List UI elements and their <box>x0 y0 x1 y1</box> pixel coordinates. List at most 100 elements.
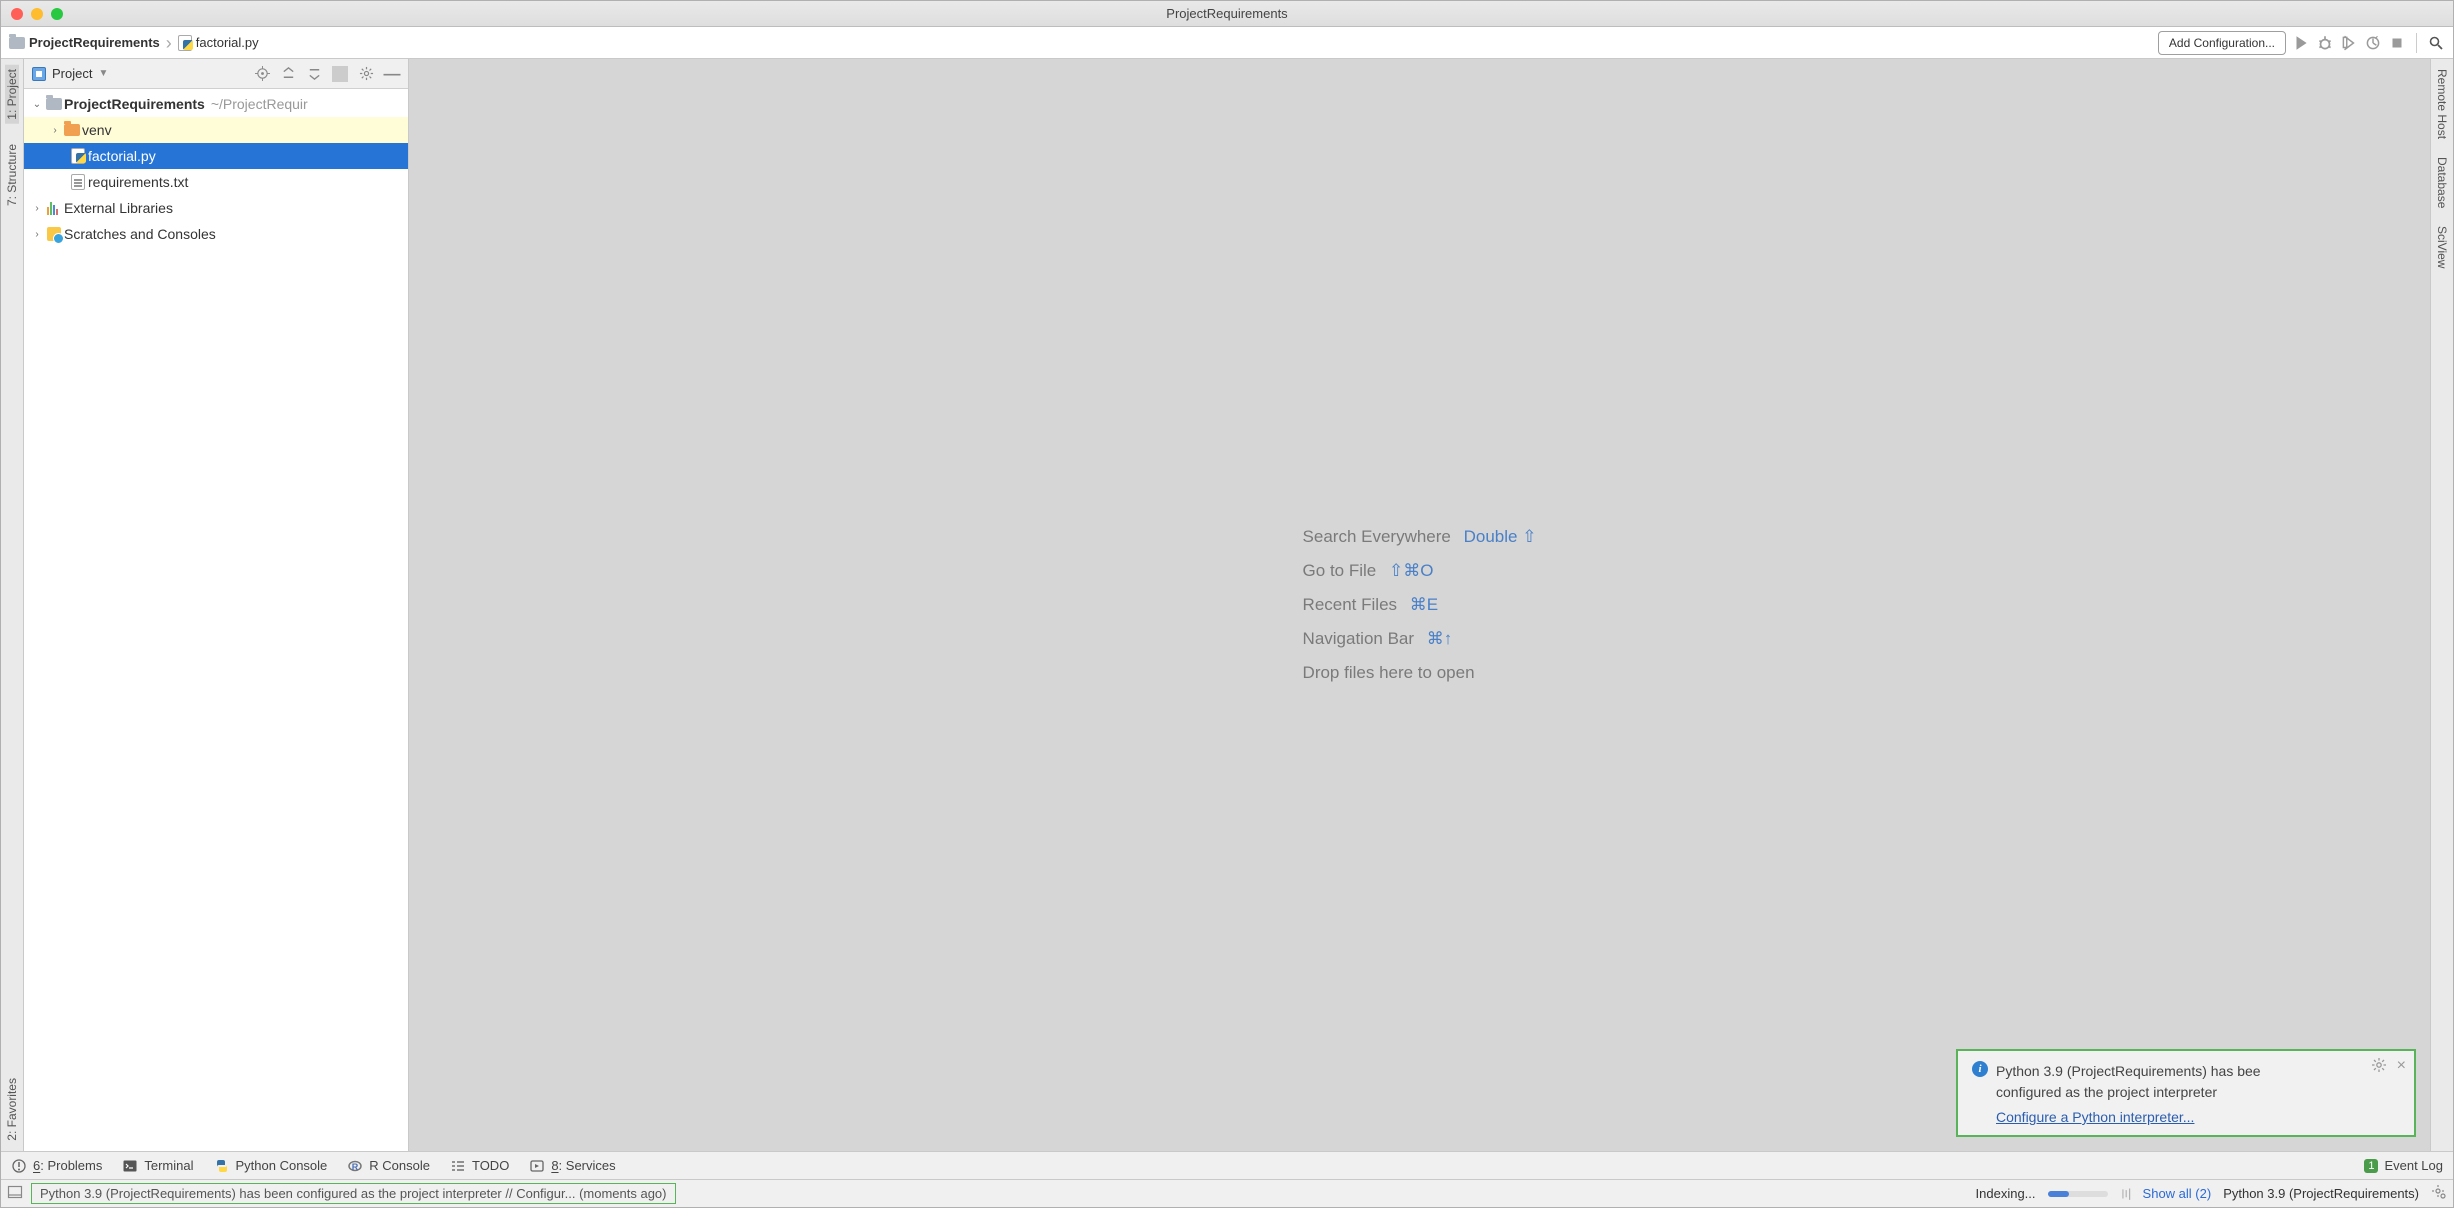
text-file-icon <box>71 174 85 190</box>
background-task-label[interactable]: Indexing... <box>1976 1186 2036 1201</box>
close-window-button[interactable] <box>11 8 23 20</box>
terminal-icon <box>122 1158 138 1174</box>
r-icon: R <box>347 1158 363 1174</box>
tool-window-event-log[interactable]: Event Log <box>2384 1158 2443 1173</box>
window-title: ProjectRequirements <box>1166 6 1287 21</box>
profile-button[interactable] <box>2364 34 2382 52</box>
editor-hints: Search Everywhere Double ⇧ Go to File ⇧⌘… <box>1303 513 1537 697</box>
libraries-icon <box>47 201 62 215</box>
interpreter-status[interactable]: Python 3.9 (ProjectRequirements) <box>2223 1186 2419 1201</box>
tool-window-remote-host[interactable]: Remote Host <box>2435 65 2449 143</box>
status-bar: Python 3.9 (ProjectRequirements) has bee… <box>1 1179 2453 1207</box>
keyboard-shortcut: ⌘E <box>1410 595 1438 614</box>
stop-button[interactable] <box>2388 34 2406 52</box>
hide-button[interactable]: — <box>384 66 400 82</box>
services-icon <box>529 1158 545 1174</box>
todo-icon <box>450 1158 466 1174</box>
gear-icon[interactable] <box>2371 1057 2387 1076</box>
tool-window-services[interactable]: 8: Services <box>529 1158 615 1174</box>
right-tool-stripe: Remote Host Database SciView <box>2430 59 2453 1151</box>
show-all-tasks-link[interactable]: Show all (2) <box>2143 1186 2212 1201</box>
tree-node-file[interactable]: requirements.txt <box>24 169 408 195</box>
pause-icon[interactable]: 〣 <box>2120 1184 2131 1203</box>
expand-toggle[interactable]: › <box>30 229 44 240</box>
tool-window-favorites[interactable]: 2: Favorites <box>5 1074 19 1145</box>
folder-icon <box>9 37 25 49</box>
info-icon: i <box>1972 1061 1988 1077</box>
tool-window-r-console[interactable]: R R Console <box>347 1158 430 1174</box>
hint-row: Recent Files ⌘E <box>1303 595 1537 615</box>
ide-settings-icon[interactable] <box>2431 1184 2447 1203</box>
expand-toggle[interactable]: ⌄ <box>30 99 44 110</box>
left-tool-stripe: 1: Project 7: Structure 2: Favorites <box>1 59 24 1151</box>
project-tool-window: Project ▼ — ⌄ ProjectRequirements <box>24 59 409 1151</box>
tool-window-problems[interactable]: 6: Problems <box>11 1158 102 1174</box>
tree-node-file[interactable]: factorial.py <box>24 143 408 169</box>
titlebar: ProjectRequirements <box>1 1 2453 27</box>
gear-icon[interactable] <box>358 66 374 82</box>
breadcrumb-root[interactable]: ProjectRequirements <box>9 35 160 50</box>
zoom-window-button[interactable] <box>51 8 63 20</box>
svg-text:R: R <box>352 1162 359 1172</box>
breadcrumb-label: factorial.py <box>196 35 259 50</box>
tool-window-sciview[interactable]: SciView <box>2435 222 2449 272</box>
search-everywhere-button[interactable] <box>2427 34 2445 52</box>
editor-empty-state[interactable]: Search Everywhere Double ⇧ Go to File ⇧⌘… <box>409 59 2430 1151</box>
project-module-icon <box>32 67 46 81</box>
breadcrumb: ProjectRequirements › factorial.py <box>9 34 2158 52</box>
status-message[interactable]: Python 3.9 (ProjectRequirements) has bee… <box>31 1183 676 1204</box>
tool-window-python-console[interactable]: Python Console <box>214 1158 328 1174</box>
expand-toggle[interactable]: › <box>48 125 62 136</box>
tool-window-view-dropdown[interactable]: Project ▼ <box>32 66 108 81</box>
notification-text-line2: configured as the project interpreter <box>1996 1084 2217 1100</box>
collapse-all-icon[interactable] <box>306 66 322 82</box>
tree-node-project-root[interactable]: ⌄ ProjectRequirements ~/ProjectRequir <box>24 91 408 117</box>
keyboard-shortcut: ⌘↑ <box>1427 629 1453 648</box>
chevron-right-icon: › <box>166 34 172 52</box>
python-icon <box>214 1158 230 1174</box>
tool-window-project[interactable]: 1: Project <box>5 65 19 124</box>
separator <box>2416 33 2417 53</box>
tool-window-todo[interactable]: TODO <box>450 1158 509 1174</box>
warning-icon <box>11 1158 27 1174</box>
tool-window-terminal[interactable]: Terminal <box>122 1158 193 1174</box>
close-icon[interactable]: × <box>2397 1057 2406 1076</box>
chevron-down-icon: ▼ <box>98 68 108 79</box>
tree-node-scratches[interactable]: › Scratches and Consoles <box>24 221 408 247</box>
folder-icon <box>46 98 62 110</box>
separator <box>332 66 348 82</box>
expand-all-icon[interactable] <box>280 66 296 82</box>
tool-window-header: Project ▼ — <box>24 59 408 89</box>
hint-row: Go to File ⇧⌘O <box>1303 561 1537 581</box>
hint-row: Search Everywhere Double ⇧ <box>1303 527 1537 547</box>
tree-node-venv[interactable]: › venv <box>24 117 408 143</box>
folder-icon <box>64 124 80 136</box>
python-file-icon <box>71 148 85 164</box>
project-tree[interactable]: ⌄ ProjectRequirements ~/ProjectRequir › … <box>24 89 408 1151</box>
bottom-tool-stripe: 6: Problems Terminal Python Console R R … <box>1 1151 2453 1179</box>
progress-bar[interactable] <box>2048 1191 2108 1197</box>
event-log-badge: 1 <box>2364 1159 2378 1173</box>
tree-node-external-libraries[interactable]: › External Libraries <box>24 195 408 221</box>
configure-interpreter-link[interactable]: Configure a Python interpreter... <box>1996 1109 2194 1125</box>
scratches-icon <box>47 227 61 241</box>
debug-button[interactable] <box>2316 34 2334 52</box>
run-button[interactable] <box>2292 34 2310 52</box>
keyboard-shortcut: Double ⇧ <box>1464 527 1537 546</box>
notification-balloon: × i Python 3.9 (ProjectRequirements) has… <box>1956 1049 2416 1137</box>
breadcrumb-file[interactable]: factorial.py <box>178 35 259 51</box>
run-configuration-dropdown[interactable]: Add Configuration... <box>2158 31 2286 55</box>
tool-windows-quick-access-icon[interactable] <box>7 1184 23 1203</box>
navigation-toolbar: ProjectRequirements › factorial.py Add C… <box>1 27 2453 59</box>
minimize-window-button[interactable] <box>31 8 43 20</box>
tool-window-structure[interactable]: 7: Structure <box>5 140 19 210</box>
tool-window-database[interactable]: Database <box>2435 153 2449 212</box>
keyboard-shortcut: ⇧⌘O <box>1389 561 1433 580</box>
run-with-coverage-button[interactable] <box>2340 34 2358 52</box>
breadcrumb-label: ProjectRequirements <box>29 35 160 50</box>
expand-toggle[interactable]: › <box>30 203 44 214</box>
locate-icon[interactable] <box>254 66 270 82</box>
python-file-icon <box>178 35 192 51</box>
notification-text: Python 3.9 (ProjectRequirements) has bee <box>1996 1063 2261 1079</box>
hint-row: Drop files here to open <box>1303 663 1537 683</box>
